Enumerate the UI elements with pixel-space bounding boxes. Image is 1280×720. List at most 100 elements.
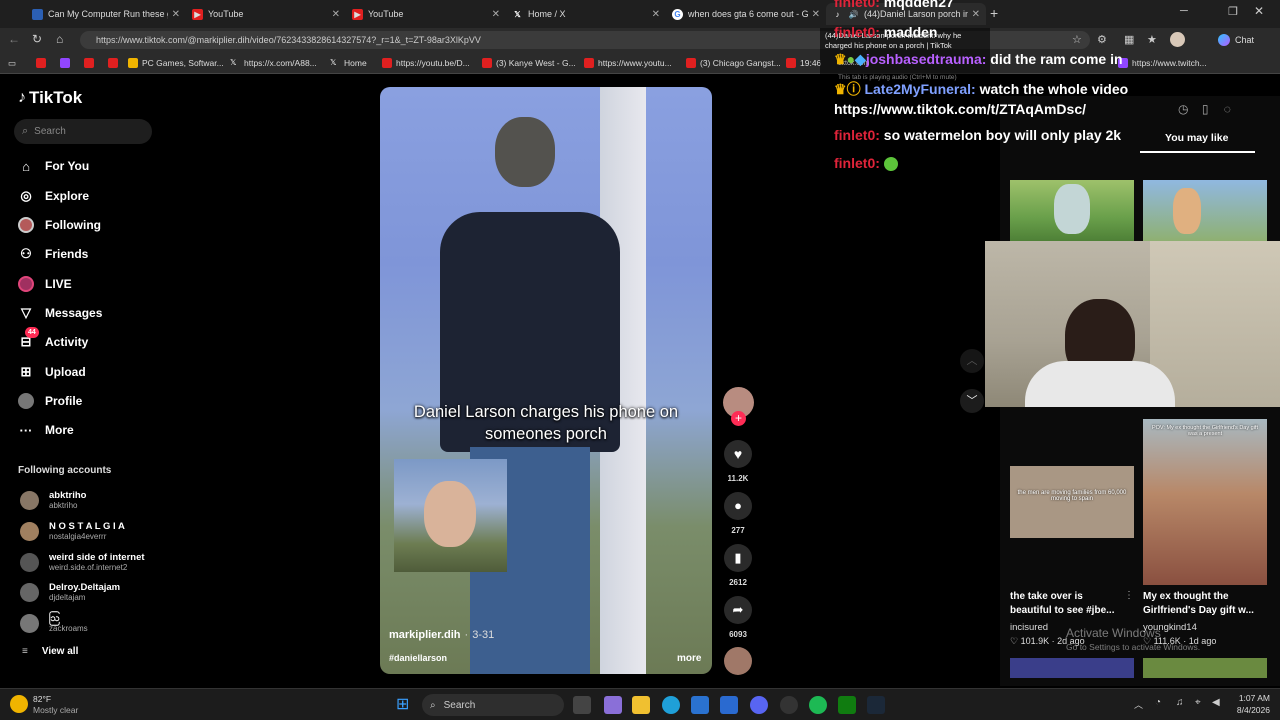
card-title[interactable]: the take over is beautiful to see #jbe..… — [1010, 590, 1126, 618]
outlook-icon[interactable] — [720, 696, 738, 714]
security-icon[interactable]: ◔ — [1155, 697, 1161, 708]
nav-activity[interactable]: ⊟ 44 Activity — [18, 327, 88, 352]
like-button[interactable]: ♥ — [724, 440, 752, 468]
nav-profile[interactable]: Profile — [18, 391, 82, 411]
following-account[interactable]: Delroy.Deltajam djdeltajam — [20, 579, 120, 605]
chat-message: ♛●◆joshbasedtrauma: did the ram come in — [834, 51, 1123, 68]
bookmark[interactable] — [84, 56, 98, 70]
back-icon[interactable]: ← — [8, 32, 20, 46]
browser-tab[interactable]: Can My Computer Run these gam ✕ — [26, 3, 186, 25]
clock-date[interactable]: 8/4/2026 — [1232, 705, 1270, 715]
card-title[interactable]: My ex thought the Girlfriend's Day gift … — [1143, 590, 1267, 618]
caption-more-button[interactable]: more — [677, 653, 701, 664]
comment-button[interactable]: ● — [724, 492, 752, 520]
xbox-icon[interactable] — [838, 696, 856, 714]
microphone-icon[interactable]: ♫ — [1176, 697, 1184, 708]
video-hashtag[interactable]: #daniellarson — [389, 653, 447, 663]
browser-tab[interactable]: ▶ YouTube ✕ — [346, 3, 506, 25]
bookmark[interactable] — [108, 56, 122, 70]
twitch-icon — [60, 58, 70, 68]
home-icon[interactable]: ⌂ — [56, 32, 63, 46]
close-icon[interactable]: ✕ — [652, 9, 660, 20]
share-button[interactable]: ➦ — [724, 596, 752, 624]
video-thumbnail[interactable] — [1010, 180, 1134, 242]
tiktok-logo[interactable]: ♪ TikTok — [18, 88, 82, 108]
following-account[interactable]: weird side of internet weird.side.of.inte… — [20, 549, 145, 575]
close-icon[interactable]: ✕ — [172, 9, 180, 20]
following-accounts-title: Following accounts — [18, 465, 112, 476]
following-account[interactable]: N O S T A L G I Anostalgia4everrr — [20, 518, 125, 544]
browser-tab[interactable]: 𝕏 Home / X ✕ — [506, 3, 666, 25]
spotify-icon[interactable] — [809, 696, 827, 714]
bookmark[interactable]: (3) Chicago Gangst... — [686, 56, 781, 70]
view-all-button[interactable]: ≡ View all — [22, 646, 78, 657]
bookmark[interactable]: 19:46 — [786, 56, 821, 70]
previous-video-button[interactable]: ︿ — [960, 349, 984, 373]
video-player[interactable]: Daniel Larson charges his phone on someo… — [380, 87, 712, 674]
next-video-button[interactable]: ﹀ — [960, 389, 984, 413]
obs-icon[interactable] — [780, 696, 798, 714]
file-explorer-icon[interactable] — [632, 696, 650, 714]
video-thumbnail[interactable] — [1010, 658, 1134, 678]
clock-time[interactable]: 1:07 AM — [1234, 693, 1270, 703]
video-author[interactable]: markiplier.dih — [389, 629, 461, 641]
browser-tab[interactable]: ▶ YouTube ✕ — [186, 3, 346, 25]
browser-tab[interactable]: Gwhen does gta 6 come out - Goo ✕ — [666, 3, 826, 25]
following-account[interactable]: ဩ zackroams — [20, 610, 88, 636]
card-author[interactable]: incisured — [1010, 622, 1048, 633]
nav-messages[interactable]: ▽ Messages — [18, 303, 102, 323]
steam-icon[interactable] — [867, 696, 885, 714]
follow-plus-icon[interactable]: + — [731, 411, 746, 426]
bookmark[interactable] — [60, 56, 74, 70]
close-icon[interactable]: ✕ — [332, 9, 340, 20]
chat-message: finlet0: madden — [834, 24, 937, 40]
video-thumbnail[interactable]: POV: My ex thought the Girlfriend's Day … — [1143, 419, 1267, 585]
network-icon[interactable]: ⌖ — [1195, 697, 1201, 708]
windows-start-icon[interactable]: ⊞ — [396, 696, 414, 714]
music-disc-avatar[interactable] — [724, 647, 752, 675]
tray-chevron-up-icon[interactable]: ︿ — [1134, 698, 1143, 711]
x-icon: 𝕏 — [230, 58, 237, 67]
bookmark-folder-icon[interactable]: ▭ — [8, 56, 16, 70]
task-view-icon[interactable] — [573, 696, 591, 714]
nav-more[interactable]: ··· More — [18, 420, 74, 440]
weather-temp[interactable]: 82°F — [33, 694, 51, 704]
nav-upload[interactable]: ⊞ Upload — [18, 362, 86, 382]
close-icon[interactable]: ✕ — [492, 9, 500, 20]
video-thumbnail[interactable] — [1143, 180, 1267, 242]
video-thumbnail[interactable] — [1143, 658, 1267, 678]
bookmark[interactable]: (3) Kanye West - G... — [482, 56, 576, 70]
bookmark[interactable]: 𝕏https://x.com/A88... — [230, 56, 317, 70]
store-icon[interactable] — [691, 696, 709, 714]
chevron-down-icon: ﹀ — [966, 395, 978, 407]
nav-friends[interactable]: ⚇ Friends — [18, 244, 88, 264]
nav-for-you[interactable]: ⌂ For You — [18, 156, 89, 176]
bookmark[interactable]: https://www.youtu... — [584, 56, 672, 70]
video-thumbnail[interactable]: the men are moving families from 60,000 … — [1010, 466, 1134, 538]
reload-icon[interactable]: ↻ — [32, 32, 42, 46]
discord-icon[interactable] — [750, 696, 768, 714]
compass-icon: ◎ — [20, 188, 32, 203]
edge-icon[interactable] — [662, 696, 680, 714]
following-account[interactable]: abktriho abktriho — [20, 487, 86, 513]
bookmark[interactable]: https://youtu.be/D... — [382, 56, 470, 70]
bookmark[interactable]: 𝕏 Home — [330, 56, 367, 70]
chat-message: finlet0: mqdden27 — [834, 0, 954, 10]
nav-explore[interactable]: ◎ Explore — [18, 186, 89, 206]
card-more-icon[interactable]: ⋮ — [1124, 590, 1134, 601]
bookmark[interactable] — [36, 56, 50, 70]
weather-desc[interactable]: Mostly clear — [33, 705, 78, 715]
nav-label: LIVE — [45, 277, 72, 291]
bookmark[interactable]: PC Games, Softwar... — [128, 56, 224, 70]
app-icon[interactable] — [604, 696, 622, 714]
taskbar-search[interactable]: ⌕ Search — [422, 694, 564, 716]
tab-title: YouTube — [208, 9, 244, 19]
list-icon: ≡ — [22, 646, 28, 657]
nav-following[interactable]: Following — [18, 215, 101, 235]
volume-icon[interactable]: ◀ — [1212, 697, 1220, 708]
bookmark-button[interactable]: ▮ — [724, 544, 752, 572]
close-icon[interactable]: ✕ — [812, 9, 820, 20]
search-input[interactable]: ⌕ Search — [14, 119, 152, 144]
account-name: Delroy.Deltajam — [49, 582, 121, 593]
nav-live[interactable]: LIVE — [18, 274, 72, 294]
